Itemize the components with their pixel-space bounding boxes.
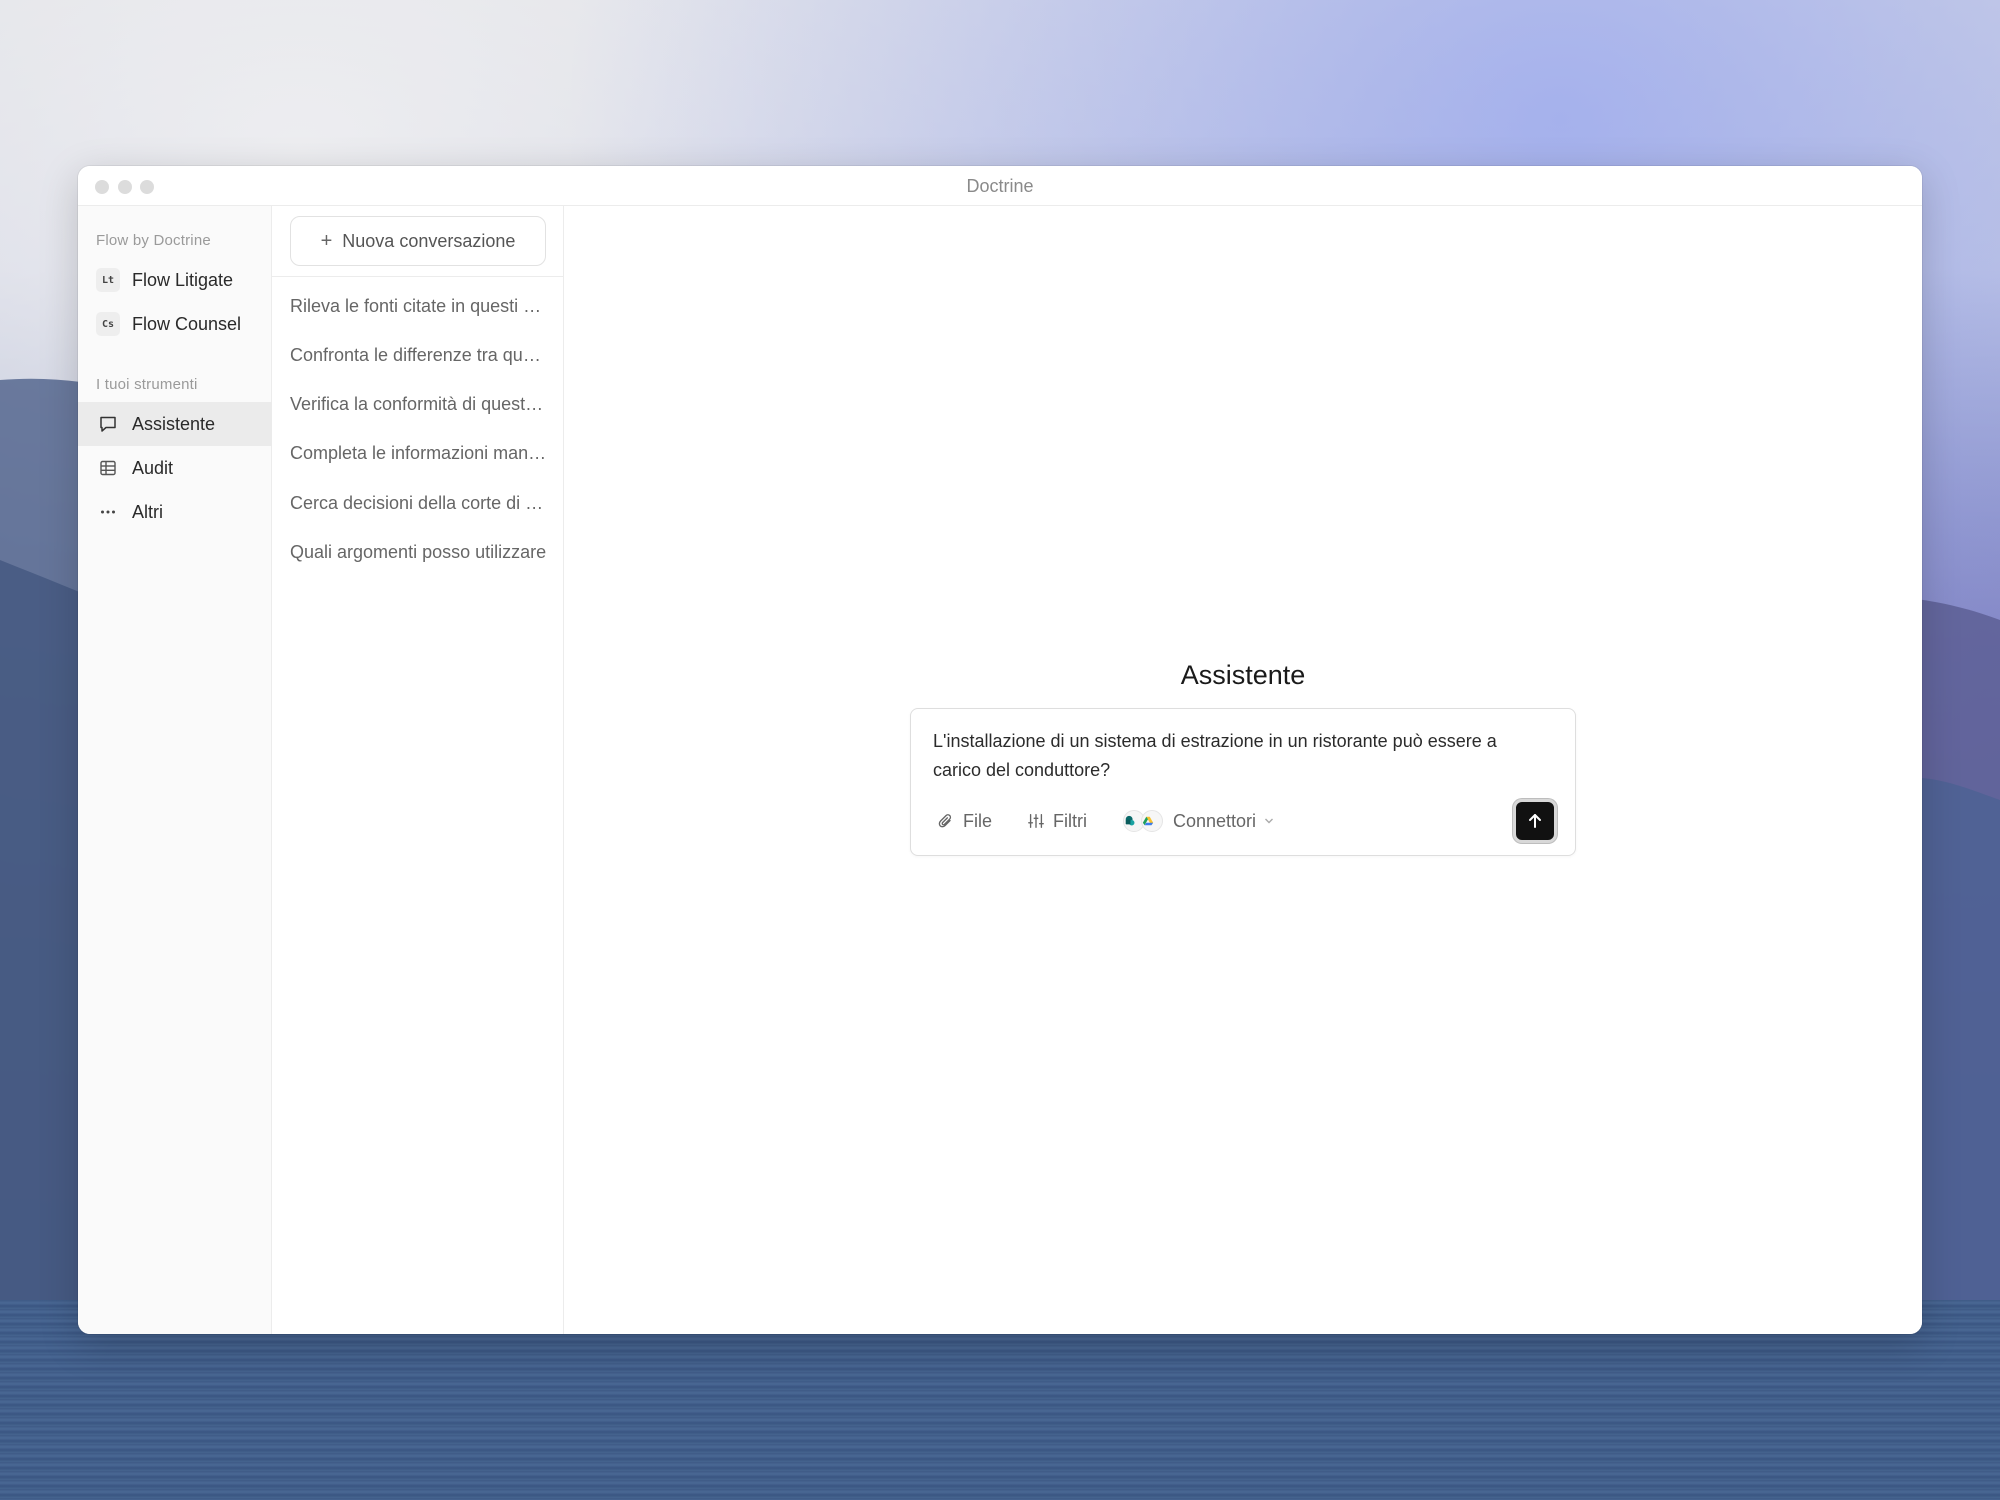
sidebar-item-label: Assistente	[132, 413, 216, 434]
conversation-item[interactable]: Quali argomenti posso utilizzare	[290, 534, 548, 570]
conversation-panel: + Nuova conversazione Rileva le fonti ci…	[272, 206, 564, 1334]
send-button[interactable]	[1513, 799, 1557, 843]
message-input[interactable]: L'installazione di un sistema di estrazi…	[933, 727, 1533, 785]
message-composer: L'installazione di un sistema di estrazi…	[910, 708, 1576, 856]
app-window: Doctrine Flow by Doctrine Lt Flow Litiga…	[78, 166, 1922, 1334]
new-conversation-button[interactable]: + Nuova conversazione	[290, 216, 546, 266]
sidebar: Flow by Doctrine Lt Flow Litigate Cs Flo…	[78, 206, 272, 1334]
counsel-badge-icon: Cs	[96, 312, 120, 336]
new-conversation-label: Nuova conversazione	[342, 230, 516, 251]
section-label-flow: Flow by Doctrine	[96, 232, 211, 249]
plus-icon: +	[320, 229, 333, 252]
sidebar-item-label: Altri	[132, 501, 163, 522]
divider	[272, 276, 564, 277]
sidebar-item-label: Flow Counsel	[132, 313, 242, 334]
filters-label: Filtri	[1053, 810, 1087, 831]
chevron-down-icon	[1264, 814, 1282, 828]
sidebar-item-audit[interactable]: Audit	[78, 446, 272, 490]
arrow-up-icon	[1529, 814, 1541, 828]
sidebar-item-flow-litigate[interactable]: Lt Flow Litigate	[78, 258, 272, 302]
sidebar-item-label: Flow Litigate	[132, 269, 234, 290]
connectors-label: Connettori	[1173, 810, 1257, 831]
sidebar-item-altri[interactable]: Altri	[78, 490, 272, 534]
table-icon	[96, 456, 120, 480]
conversation-item[interactable]: Cerca decisioni della corte di cassazion…	[290, 485, 548, 521]
conversation-item[interactable]: Rileva le fonti citate in questi documen…	[290, 288, 548, 324]
conversation-item[interactable]: Completa le informazioni mancanti	[290, 435, 548, 471]
paperclip-icon	[938, 814, 952, 828]
connectors-dropdown[interactable]: Connettori	[1123, 807, 1282, 835]
window-title: Doctrine	[966, 176, 1034, 196]
google-drive-icon	[1141, 810, 1163, 832]
conversation-item[interactable]: Verifica la conformità di questo contrat…	[290, 386, 548, 422]
litigate-badge-icon: Lt	[96, 268, 120, 292]
attach-file-button[interactable]: File	[937, 807, 992, 835]
page-title: Assistente	[1180, 660, 1306, 690]
sidebar-item-flow-counsel[interactable]: Cs Flow Counsel	[78, 302, 272, 346]
conversation-item[interactable]: Confronta le differenze tra queste versi…	[290, 337, 548, 373]
connector-logos	[1123, 810, 1163, 832]
main-content: Assistente L'installazione di un sistema…	[564, 206, 1922, 1334]
sidebar-item-label: Audit	[132, 457, 174, 478]
file-label: File	[963, 810, 993, 831]
section-label-tools: I tuoi strumenti	[96, 376, 198, 393]
sliders-icon	[1028, 814, 1044, 828]
filters-button[interactable]: Filtri	[1027, 807, 1087, 835]
ellipsis-icon	[96, 500, 120, 524]
sidebar-item-assistente[interactable]: Assistente	[78, 402, 272, 446]
chat-bubble-icon	[96, 412, 120, 436]
title-bar: Doctrine	[78, 166, 1922, 206]
